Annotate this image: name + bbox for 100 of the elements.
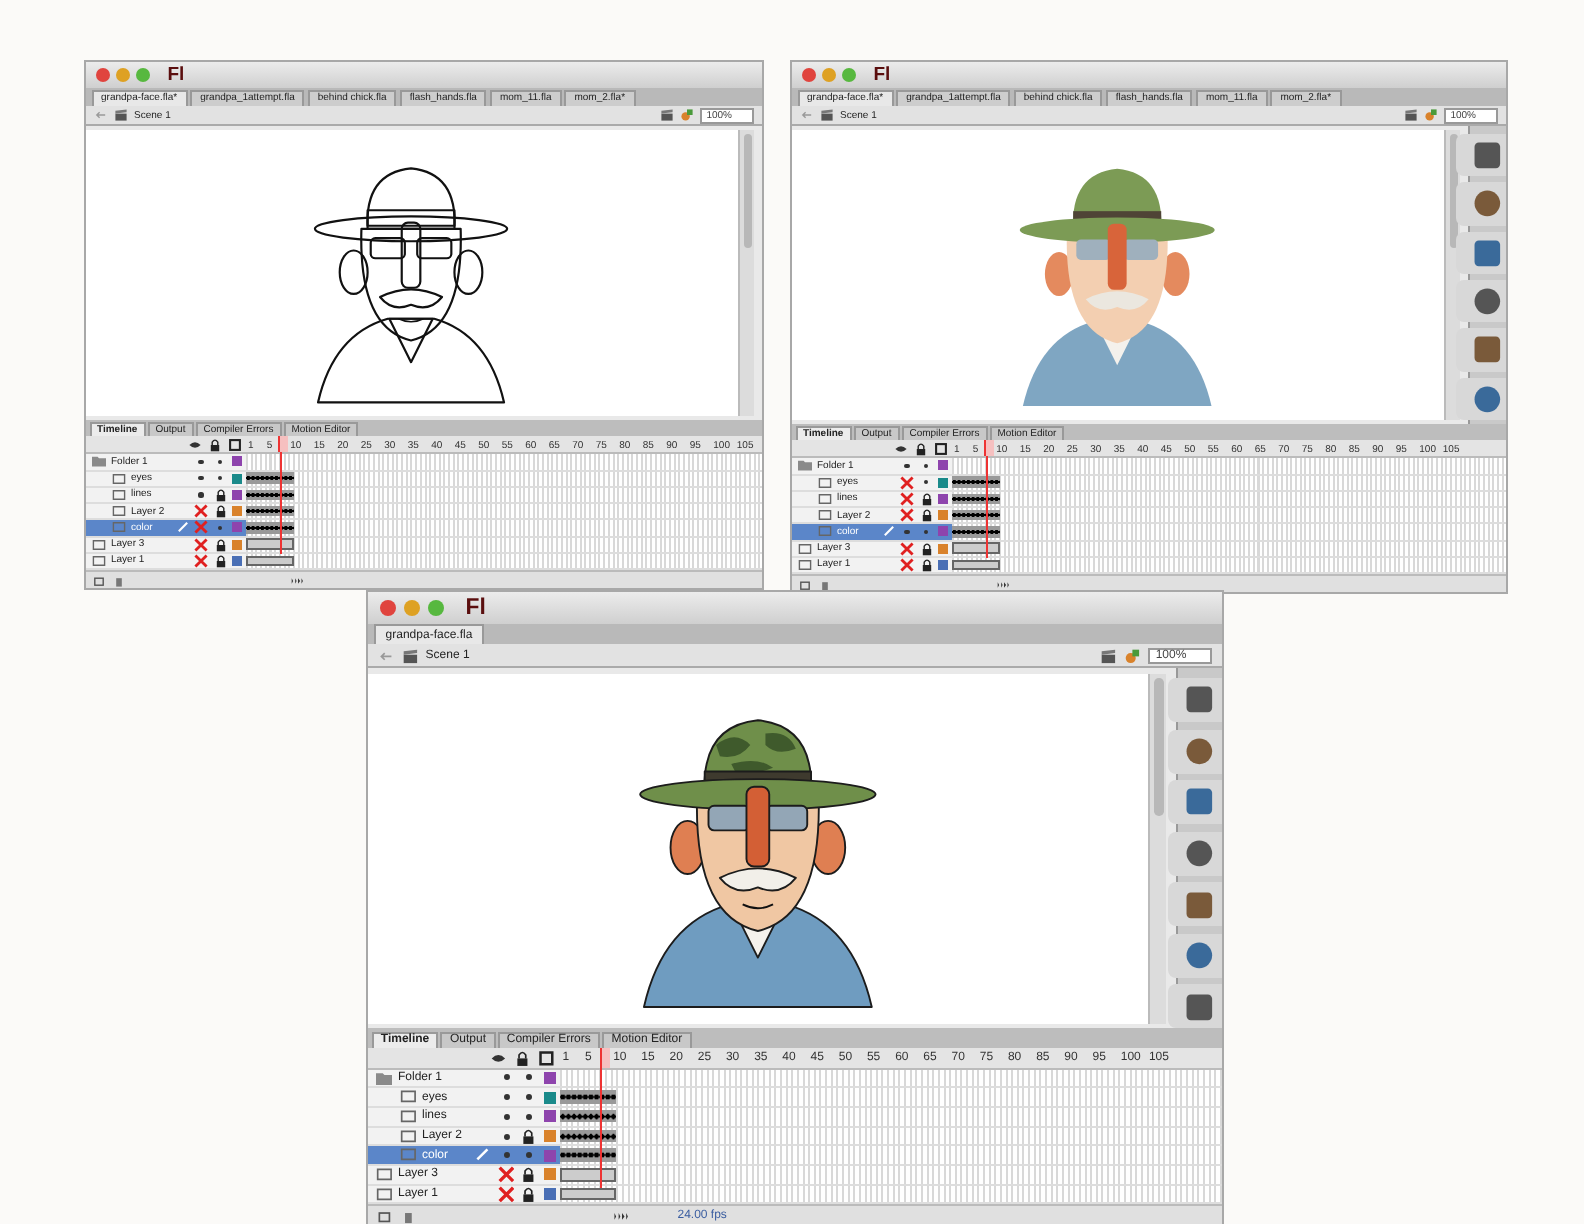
visible-dot[interactable] [198, 475, 204, 481]
eye-icon[interactable] [894, 441, 908, 456]
layer-outline-swatch[interactable] [232, 522, 242, 533]
frame-span[interactable] [560, 1187, 617, 1201]
visible-dot[interactable] [198, 459, 204, 465]
frame-span[interactable] [560, 1167, 617, 1182]
lock-icon[interactable] [213, 553, 227, 568]
clapperboard-icon[interactable] [1404, 108, 1419, 122]
new-layer-icon[interactable] [798, 577, 812, 591]
lock-icon[interactable] [914, 441, 928, 456]
visible-dot[interactable] [503, 1152, 510, 1159]
keyframe-strip[interactable] [560, 1090, 617, 1104]
lock-icon[interactable] [919, 557, 933, 572]
lock-icon[interactable] [514, 1049, 532, 1066]
close-button[interactable] [380, 599, 397, 616]
close-button[interactable] [802, 68, 816, 82]
clapperboard-icon[interactable] [660, 108, 675, 122]
hidden-icon[interactable] [194, 553, 208, 568]
tool-button[interactable] [1168, 729, 1222, 774]
hidden-icon[interactable] [900, 475, 914, 490]
layer-outline-swatch[interactable] [543, 1071, 556, 1084]
layer-outline-swatch[interactable] [938, 559, 948, 570]
keyframe-strip[interactable] [246, 505, 293, 517]
scrollbar-thumb[interactable] [1153, 677, 1164, 817]
visible-dot[interactable] [503, 1074, 510, 1081]
layer-outline-swatch[interactable] [232, 489, 242, 500]
keyframe-strip[interactable] [246, 472, 293, 484]
unlocked-dot[interactable] [217, 459, 223, 465]
frame-span[interactable] [246, 555, 293, 566]
layer-outline-swatch[interactable] [543, 1130, 556, 1142]
layer-outline-swatch[interactable] [232, 555, 242, 566]
frame-span[interactable] [246, 538, 293, 550]
visible-dot[interactable] [503, 1113, 510, 1120]
eye-icon[interactable] [188, 437, 202, 452]
outline-icon[interactable] [228, 437, 242, 452]
hidden-icon[interactable] [900, 557, 914, 572]
lock-icon[interactable] [213, 537, 227, 552]
layer-outline-swatch[interactable] [543, 1168, 556, 1181]
visible-dot[interactable] [198, 492, 204, 498]
lock-icon[interactable] [520, 1166, 538, 1184]
eye-icon[interactable] [490, 1049, 508, 1066]
hidden-icon[interactable] [497, 1185, 515, 1203]
symbol-icon[interactable] [1124, 647, 1142, 664]
trash-icon[interactable] [399, 1208, 416, 1224]
unlocked-dot[interactable] [217, 525, 223, 531]
keyframe-strip[interactable] [246, 522, 293, 533]
keyframe-strip[interactable] [246, 489, 293, 500]
layer-outline-swatch[interactable] [543, 1091, 556, 1104]
playhead[interactable] [599, 1048, 611, 1068]
lock-icon[interactable] [208, 437, 222, 452]
scrollbar-thumb[interactable] [1449, 134, 1457, 249]
unlocked-dot[interactable] [525, 1074, 532, 1081]
symbol-icon[interactable] [680, 108, 695, 122]
visible-dot[interactable] [503, 1094, 510, 1101]
frame-span[interactable] [952, 559, 999, 570]
lock-icon[interactable] [520, 1185, 538, 1203]
lock-icon[interactable] [213, 504, 227, 519]
layer-outline-swatch[interactable] [938, 526, 948, 537]
playhead[interactable] [278, 436, 289, 453]
keyframe-strip[interactable] [952, 476, 999, 488]
lock-icon[interactable] [919, 508, 933, 523]
keyframe-strip[interactable] [952, 509, 999, 521]
outline-icon[interactable] [934, 441, 948, 456]
tool-button[interactable] [1168, 933, 1222, 978]
visible-dot[interactable] [904, 463, 910, 469]
layer-outline-swatch[interactable] [232, 473, 242, 484]
unlocked-dot[interactable] [525, 1152, 532, 1159]
unlocked-dot[interactable] [923, 479, 929, 485]
layer-outline-swatch[interactable] [938, 543, 948, 554]
lock-icon[interactable] [919, 491, 933, 506]
close-button[interactable] [96, 68, 110, 82]
hidden-icon[interactable] [194, 504, 208, 519]
trash-icon[interactable] [112, 573, 126, 587]
tool-button[interactable] [1168, 882, 1222, 927]
tool-button[interactable] [1456, 377, 1506, 420]
clapperboard-icon[interactable] [1100, 647, 1118, 664]
tool-button[interactable] [1168, 831, 1222, 876]
trash-icon[interactable] [818, 577, 832, 591]
keyframe-strip[interactable] [952, 493, 999, 504]
keyframe-strip[interactable] [560, 1129, 617, 1143]
unlocked-dot[interactable] [525, 1094, 532, 1101]
unlocked-dot[interactable] [217, 475, 223, 481]
scrollbar-thumb[interactable] [743, 134, 751, 247]
hidden-icon[interactable] [497, 1166, 515, 1184]
new-layer-icon[interactable] [375, 1208, 392, 1224]
layer-outline-swatch[interactable] [938, 460, 948, 471]
hidden-icon[interactable] [900, 491, 914, 506]
unlocked-dot[interactable] [923, 529, 929, 535]
unlocked-dot[interactable] [923, 463, 929, 469]
layer-outline-swatch[interactable] [232, 539, 242, 550]
tool-button[interactable] [1456, 328, 1506, 372]
layer-outline-swatch[interactable] [543, 1188, 556, 1201]
keyframe-strip[interactable] [560, 1109, 617, 1123]
hidden-icon[interactable] [900, 508, 914, 523]
layer-outline-swatch[interactable] [938, 510, 948, 521]
tool-button[interactable] [1168, 677, 1222, 722]
tool-button[interactable] [1456, 182, 1506, 226]
tool-button[interactable] [1168, 984, 1222, 1029]
lock-icon[interactable] [213, 487, 227, 502]
lock-icon[interactable] [919, 541, 933, 556]
